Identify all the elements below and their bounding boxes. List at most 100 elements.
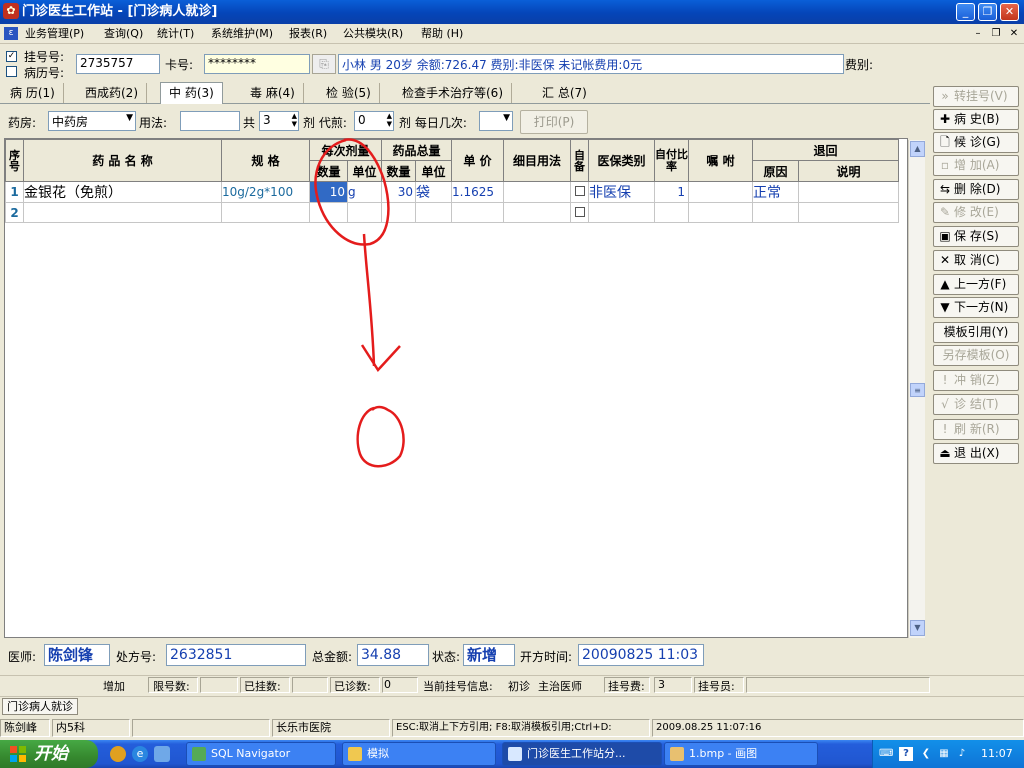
total-qty-cell[interactable]: 30 bbox=[381, 181, 416, 203]
close-icon[interactable]: ✕ bbox=[1000, 3, 1019, 21]
dose-unit-cell[interactable]: g bbox=[347, 181, 382, 203]
menu-system-maintenance[interactable]: 系统维护(M) bbox=[211, 26, 273, 42]
keyboard-icon[interactable]: ⌨ bbox=[879, 747, 893, 761]
col-self-pay-ratio[interactable]: 自付比率 bbox=[654, 139, 689, 182]
col-return-note[interactable]: 说明 bbox=[798, 160, 899, 182]
side-button-1[interactable]: ✚ 病 史(B) bbox=[933, 109, 1019, 130]
menu-business[interactable]: 业务管理(P) bbox=[25, 26, 84, 42]
mdi-close-icon[interactable]: ✕ bbox=[1006, 27, 1022, 41]
side-button-9[interactable]: ▼ 下一方(N) bbox=[933, 297, 1019, 318]
dose-qty-cell[interactable] bbox=[309, 202, 348, 223]
tab-summary[interactable]: 汇 总(7) bbox=[534, 83, 595, 103]
scroll-up-icon[interactable]: ▲ bbox=[910, 141, 925, 157]
tab-chinese-medicine[interactable]: 中 药(3) bbox=[160, 82, 223, 104]
quicklaunch-desktop-icon[interactable] bbox=[154, 746, 170, 762]
col-total-unit[interactable]: 单位 bbox=[415, 160, 452, 182]
table-row[interactable]: 2 bbox=[5, 202, 899, 223]
drug-name-cell[interactable] bbox=[23, 202, 222, 223]
task-folder[interactable]: 模拟 bbox=[342, 742, 496, 766]
scroll-thumb[interactable]: ≡ bbox=[910, 383, 925, 397]
price-cell[interactable]: 1.1625 bbox=[451, 181, 504, 203]
insurance-cell[interactable]: 非医保 bbox=[588, 181, 655, 203]
col-dose-qty[interactable]: 数量 bbox=[309, 160, 348, 182]
col-detail-usage[interactable]: 细目用法 bbox=[503, 139, 571, 182]
detail-usage-cell[interactable] bbox=[503, 202, 571, 223]
menu-reports[interactable]: 报表(R) bbox=[289, 26, 327, 42]
side-button-6[interactable]: ▣ 保 存(S) bbox=[933, 226, 1019, 247]
card-input[interactable]: ******** bbox=[204, 54, 310, 74]
total-unit-cell[interactable] bbox=[415, 202, 452, 223]
total-unit-cell[interactable]: 袋 bbox=[415, 181, 452, 203]
print-button[interactable]: 打印(P) bbox=[520, 110, 588, 134]
restore-icon[interactable]: ❐ bbox=[978, 3, 997, 21]
side-button-4[interactable]: ⇆ 删 除(D) bbox=[933, 179, 1019, 200]
spin-icon[interactable]: ▲ ▼ bbox=[292, 112, 297, 128]
col-total-qty[interactable]: 数量 bbox=[381, 160, 416, 182]
reg-no-checkbox[interactable]: ✓ bbox=[6, 51, 17, 62]
minimize-icon[interactable]: _ bbox=[956, 3, 975, 21]
grid-scrollbar[interactable]: ▲ ≡ ▼ bbox=[908, 140, 925, 638]
network-icon[interactable]: ▦ bbox=[937, 747, 951, 761]
col-instruction[interactable]: 嘱 咐 bbox=[688, 139, 753, 182]
return-note-cell[interactable] bbox=[798, 181, 899, 203]
reg-no-input[interactable]: 2735757 bbox=[76, 54, 160, 74]
spec-cell[interactable] bbox=[221, 202, 310, 223]
tab-narcotics[interactable]: 毒 麻(4) bbox=[242, 83, 304, 103]
task-doctor-workstation[interactable]: 门诊医生工作站分... bbox=[502, 742, 662, 766]
ratio-cell[interactable]: 1 bbox=[654, 181, 689, 203]
scroll-down-icon[interactable]: ▼ bbox=[910, 620, 925, 636]
col-per-dose[interactable]: 每次剂量 bbox=[309, 139, 382, 161]
help-icon[interactable]: ? bbox=[899, 747, 913, 761]
spec-cell[interactable]: 10g/2g*100 bbox=[221, 181, 310, 203]
side-button-13[interactable]: √ 诊 结(T) bbox=[933, 394, 1019, 415]
table-row[interactable]: 1 金银花（免煎） 10g/2g*100 10 g 30 袋 1.1625 非医… bbox=[5, 181, 899, 203]
record-no-checkbox[interactable] bbox=[6, 66, 17, 77]
self-prep-checkbox[interactable] bbox=[570, 202, 589, 223]
window-tab-outpatient[interactable]: 门诊病人就诊 bbox=[2, 698, 78, 715]
self-prep-checkbox[interactable] bbox=[570, 181, 589, 203]
side-button-14[interactable]: ! 刷 新(R) bbox=[933, 419, 1019, 440]
pharmacy-select[interactable]: 中药房 ▼ bbox=[48, 111, 136, 131]
side-button-3[interactable]: ▫ 增 加(A) bbox=[933, 155, 1019, 176]
col-return[interactable]: 退回 bbox=[752, 139, 899, 161]
return-reason-cell[interactable]: 正常 bbox=[752, 181, 799, 203]
card-reader-icon[interactable]: ⎘ bbox=[312, 54, 336, 74]
tab-western-medicine[interactable]: 西成药(2) bbox=[77, 83, 147, 103]
clock[interactable]: 11:07 bbox=[981, 747, 1013, 760]
mdi-document-icon[interactable]: ε bbox=[4, 27, 18, 40]
decoct-stepper[interactable]: 0 ▲ ▼ bbox=[354, 111, 394, 131]
col-return-reason[interactable]: 原因 bbox=[752, 160, 799, 182]
col-unit-price[interactable]: 单 价 bbox=[451, 139, 504, 182]
col-drug-name[interactable]: 药 品 名 称 bbox=[23, 139, 222, 182]
side-button-2[interactable]: 🗋 候 诊(G) bbox=[933, 132, 1019, 153]
menu-statistics[interactable]: 统计(T) bbox=[157, 26, 194, 42]
side-button-15[interactable]: ⏏ 退 出(X) bbox=[933, 443, 1019, 464]
mdi-restore-icon[interactable]: ❐ bbox=[988, 27, 1004, 41]
volume-icon[interactable]: ♪ bbox=[955, 747, 969, 761]
instruction-cell[interactable] bbox=[688, 202, 753, 223]
daily-times-select[interactable]: ▼ bbox=[479, 111, 513, 131]
dose-unit-cell[interactable] bbox=[347, 202, 382, 223]
price-cell[interactable] bbox=[451, 202, 504, 223]
ratio-cell[interactable] bbox=[654, 202, 689, 223]
col-seq[interactable]: 序号 bbox=[5, 139, 24, 182]
menu-help[interactable]: 帮助 (H) bbox=[421, 26, 463, 42]
side-button-8[interactable]: ▲ 上一方(F) bbox=[933, 274, 1019, 295]
col-spec[interactable]: 规 格 bbox=[221, 139, 310, 182]
task-paint[interactable]: 1.bmp - 画图 bbox=[664, 742, 818, 766]
spin-icon[interactable]: ▲ ▼ bbox=[387, 112, 392, 128]
task-sql-navigator[interactable]: SQL Navigator bbox=[186, 742, 336, 766]
side-button-0[interactable]: » 转挂号(V) bbox=[933, 86, 1019, 107]
instruction-cell[interactable] bbox=[688, 181, 753, 203]
quicklaunch-media-icon[interactable] bbox=[110, 746, 126, 762]
total-doses-stepper[interactable]: 3 ▲ ▼ bbox=[259, 111, 299, 131]
menu-public-modules[interactable]: 公共模块(R) bbox=[343, 26, 403, 42]
return-reason-cell[interactable] bbox=[752, 202, 799, 223]
side-button-5[interactable]: ✎ 修 改(E) bbox=[933, 202, 1019, 223]
total-qty-cell[interactable] bbox=[381, 202, 416, 223]
insurance-cell[interactable] bbox=[588, 202, 655, 223]
col-self-prep[interactable]: 自备 bbox=[570, 139, 589, 182]
start-button[interactable]: 开始 bbox=[0, 740, 98, 768]
usage-input[interactable] bbox=[180, 111, 240, 131]
chevron-left-icon[interactable]: ❮ bbox=[919, 747, 933, 761]
